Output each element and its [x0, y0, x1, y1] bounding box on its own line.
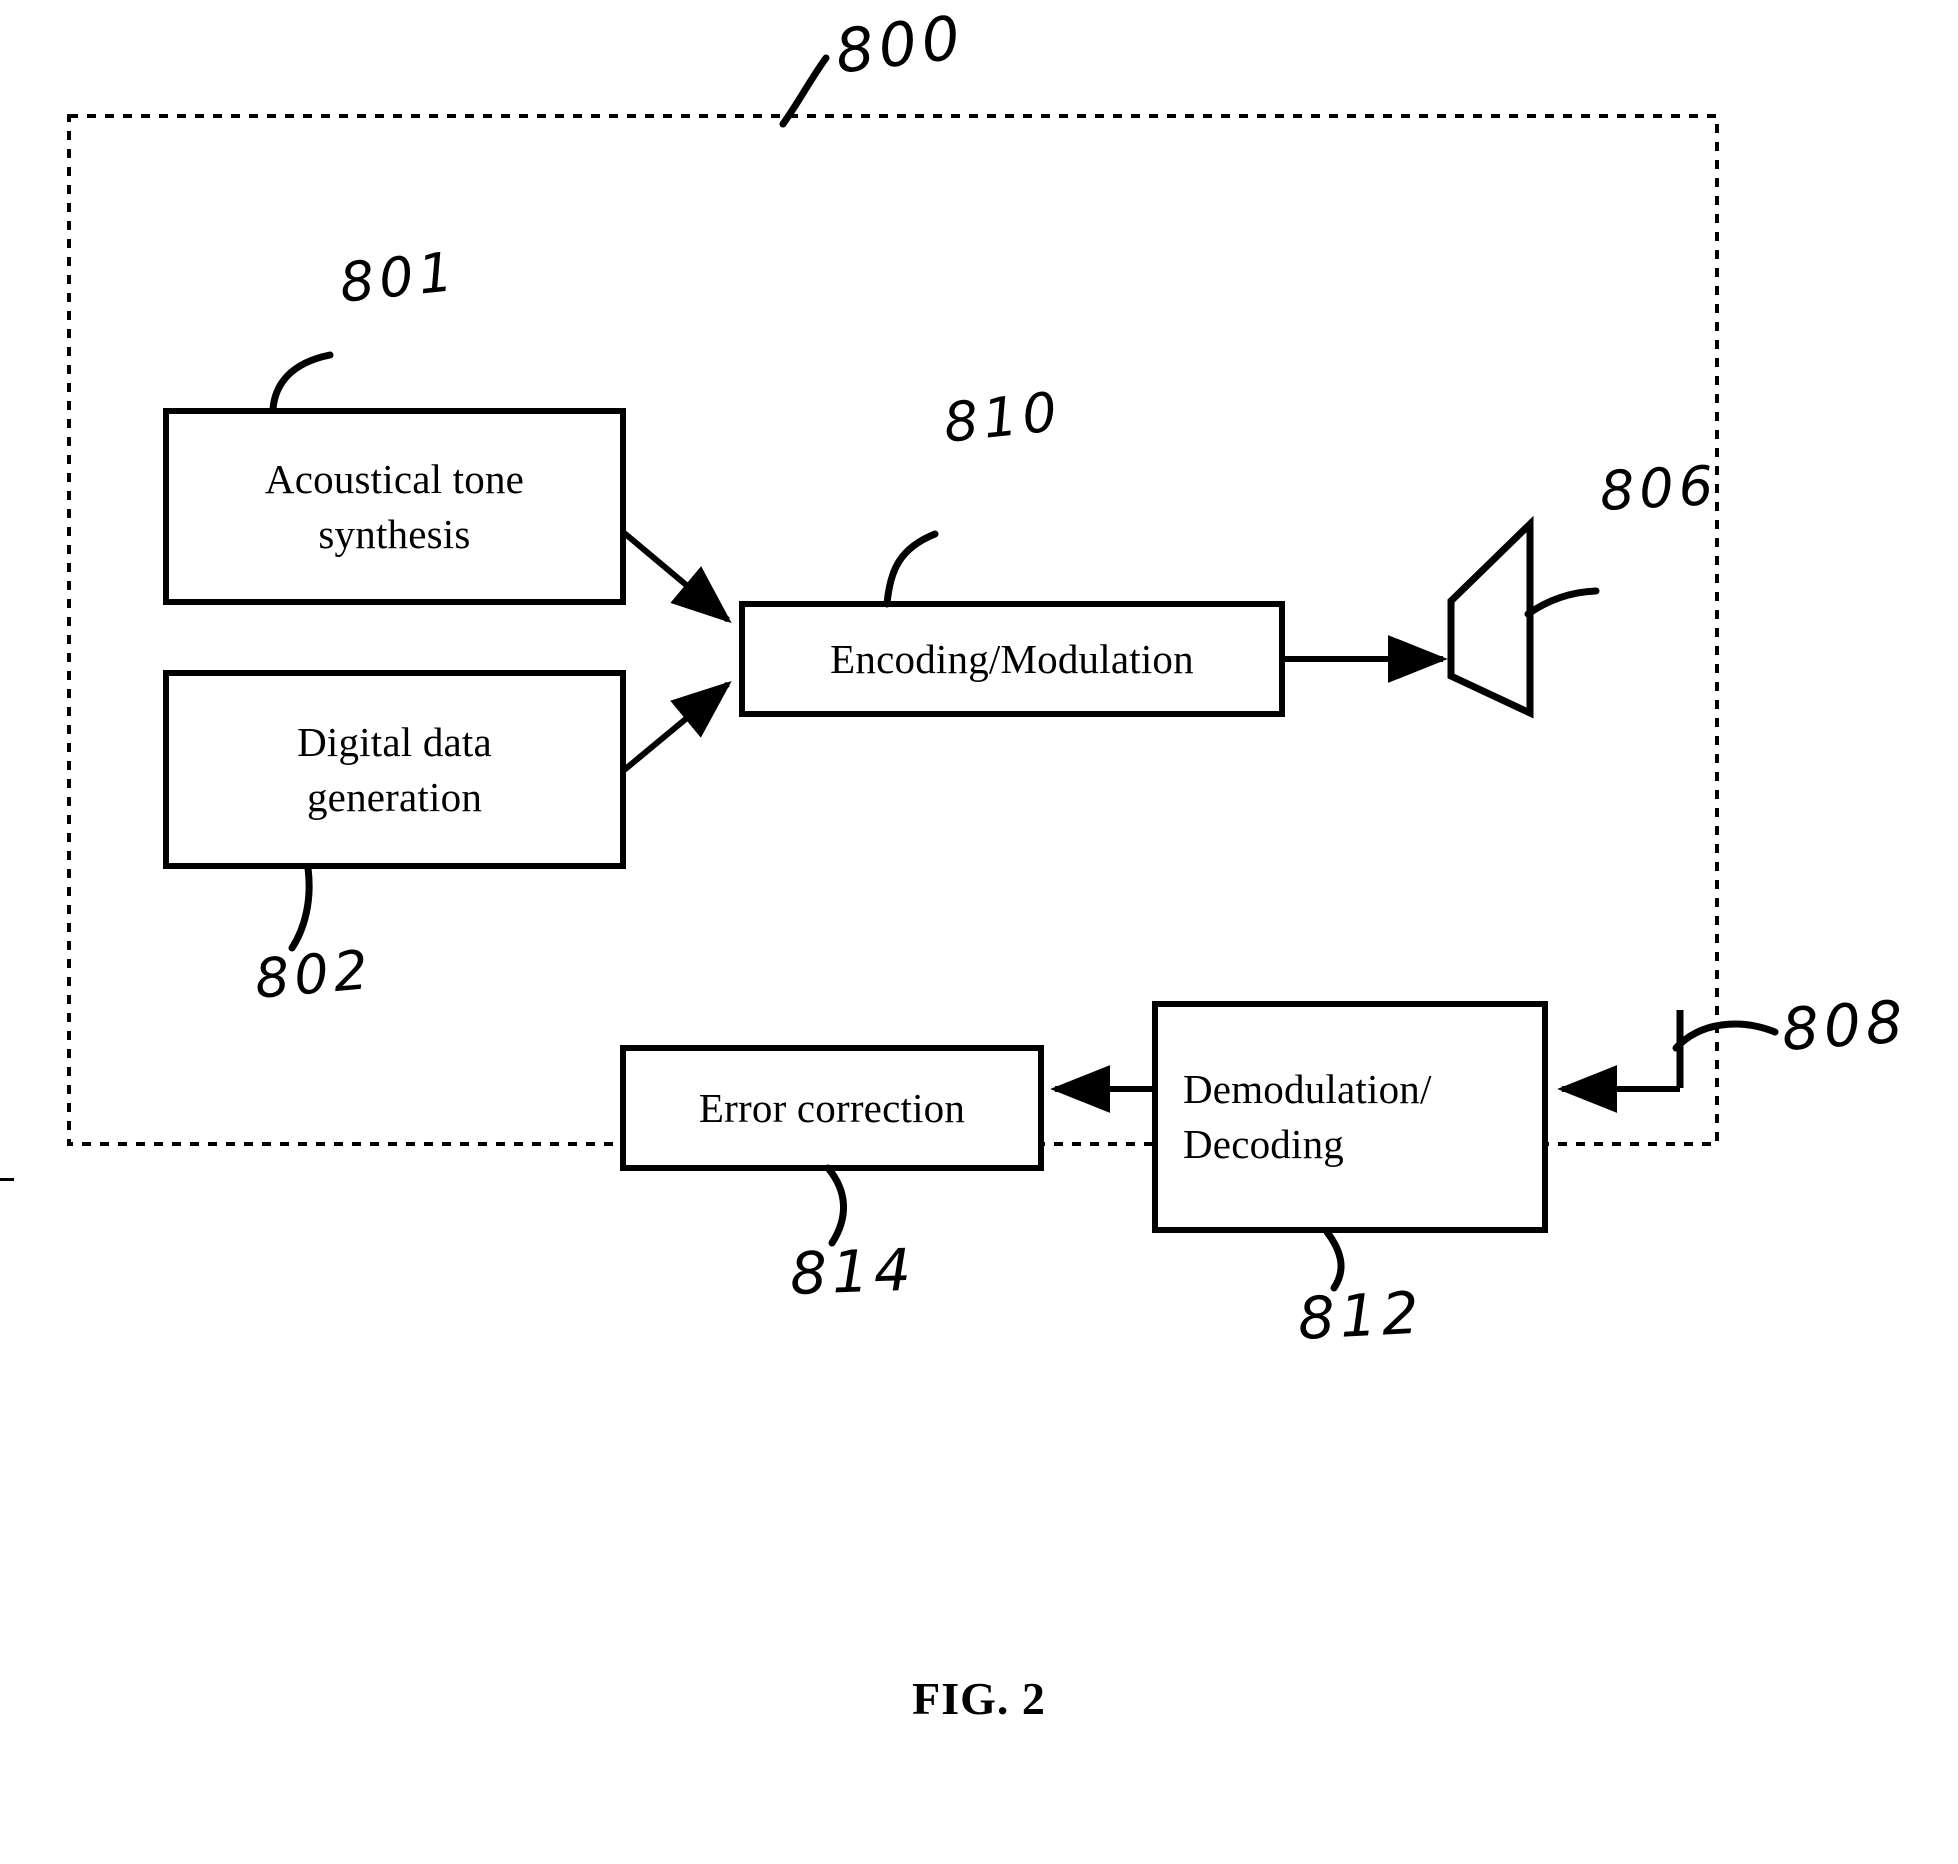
figure-caption: FIG. 2 [912, 1673, 1046, 1724]
block-rect-acoustical-tone-synthesis [163, 408, 626, 605]
leader-line-801 [269, 351, 334, 413]
reference-numeral-814: 814 [788, 1235, 917, 1308]
leader-line-802 [288, 864, 313, 952]
leader-line-808 [1672, 1020, 1779, 1052]
speaker-transducer-trapezoid [1447, 515, 1534, 719]
leader-line-814 [824, 1164, 847, 1247]
reference-numeral-802: 802 [252, 937, 376, 1011]
reference-numeral-812: 812 [1296, 1278, 1426, 1353]
block-rect-demodulation-decoding [1152, 1001, 1548, 1233]
arrow-tone-to-encoding [621, 529, 732, 624]
leader-line-810 [883, 530, 939, 608]
leader-line-806 [1524, 587, 1600, 618]
page-margin-tick [0, 1178, 14, 1181]
leader-line-800 [779, 54, 830, 128]
reference-numeral-801: 801 [336, 239, 461, 315]
reference-numeral-806: 806 [1598, 453, 1720, 523]
figure-drawing-canvas [67, 54, 1779, 1292]
block-rect-encoding-modulation [739, 601, 1285, 717]
reference-numeral-808: 808 [1779, 987, 1910, 1064]
leader-line-812 [1323, 1228, 1345, 1292]
arrow-data-to-encoding [621, 680, 732, 774]
block-rect-digital-data-generation [163, 670, 626, 869]
reference-numeral-810: 810 [940, 379, 1065, 455]
patent-figure-page: Acoustical tone synthesis Digital data g… [0, 0, 1958, 1864]
block-rect-error-correction [620, 1045, 1044, 1171]
